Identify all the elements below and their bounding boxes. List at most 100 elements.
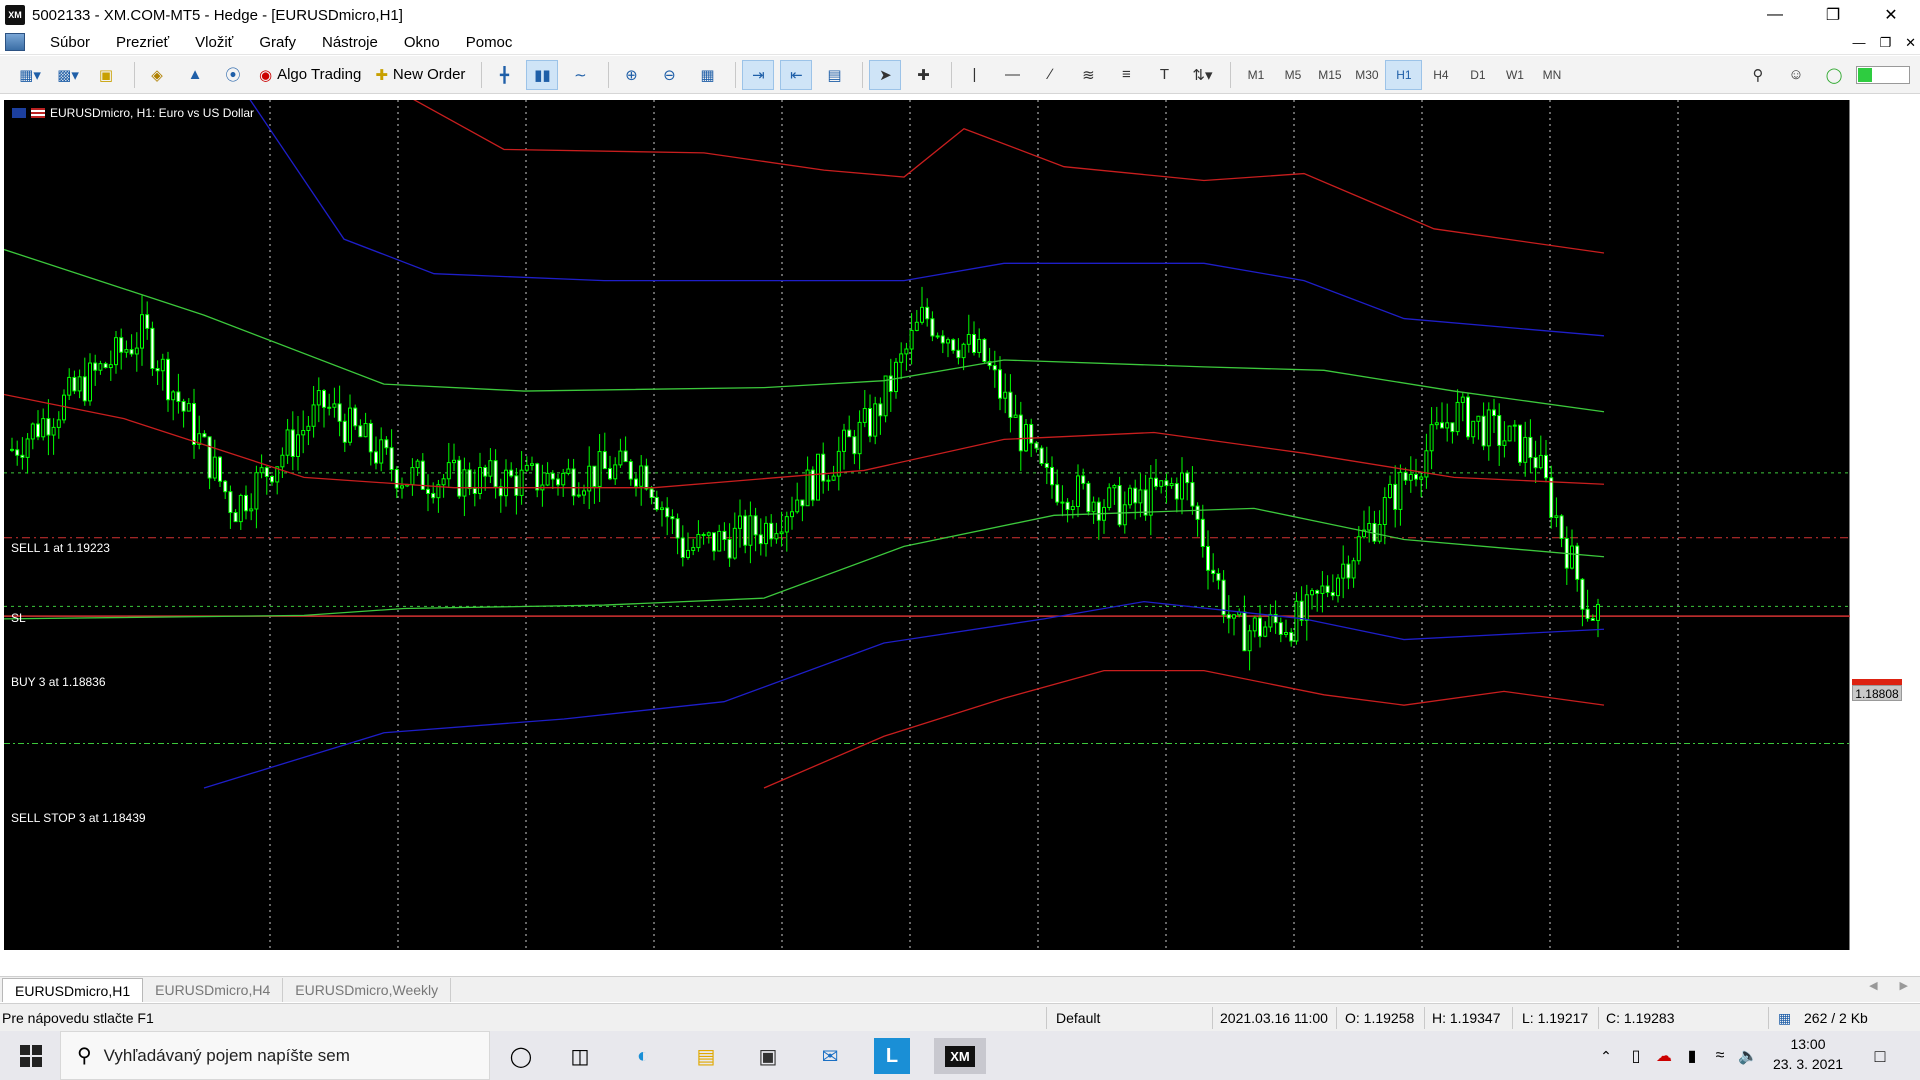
l-app-icon[interactable]: L: [874, 1038, 910, 1074]
tab-eurusd-weekly[interactable]: EURUSDmicro,Weekly: [283, 978, 452, 1002]
autoscroll-icon[interactable]: ⇥: [742, 59, 775, 90]
menu-insert[interactable]: Vložiť: [182, 34, 246, 51]
xm-mt5-taskbar-button[interactable]: XM: [934, 1038, 986, 1074]
connection-indicator: [1856, 65, 1910, 84]
timeframe-m5[interactable]: M5: [1274, 60, 1311, 90]
candle-body: [1466, 396, 1470, 438]
timeframe-h1[interactable]: H1: [1385, 59, 1423, 90]
close-button[interactable]: ✕: [1862, 0, 1920, 30]
candle-body: [1143, 489, 1148, 516]
market-watch-icon[interactable]: ▣: [90, 60, 122, 90]
candle-body: [218, 456, 222, 482]
sell-stop-order-label[interactable]: SELL STOP 3 at 1.18439: [11, 811, 146, 825]
account-icon[interactable]: ☺: [1780, 60, 1812, 90]
menu-file[interactable]: Súbor: [37, 34, 103, 51]
timeframe-h4[interactable]: H4: [1422, 60, 1459, 90]
chart-shift-icon[interactable]: ⇤: [780, 59, 813, 90]
chart-window: 1.202301.201551.200801.200051.199301.198…: [0, 95, 1920, 978]
tab-scroll-left-icon[interactable]: ◀: [1869, 979, 1877, 992]
candle-body: [1164, 480, 1169, 487]
candle-body: [649, 488, 654, 498]
candle-body: [140, 314, 144, 349]
stop-loss-label[interactable]: SL: [11, 611, 26, 625]
taskbar-search-input[interactable]: Vyhľadávaný pojem napíšte sem: [104, 1046, 350, 1066]
candle-body: [1096, 501, 1101, 521]
templates-icon[interactable]: ▤: [818, 60, 850, 90]
candle-body: [280, 454, 285, 468]
mdi-close-button[interactable]: ✕: [1905, 35, 1916, 51]
windows-start-icon[interactable]: [13, 1038, 49, 1074]
vertical-line-icon[interactable]: |: [958, 60, 990, 90]
buy-order-label[interactable]: BUY 3 at 1.18836: [11, 675, 106, 689]
mail-icon[interactable]: ✉: [812, 1038, 848, 1074]
equidistant-channel-icon[interactable]: ≋: [1072, 60, 1104, 90]
zoom-in-icon[interactable]: ⊕: [615, 60, 647, 90]
profiles-icon[interactable]: ▩▾: [52, 60, 84, 90]
status-high: H: 1.19347: [1432, 1010, 1501, 1026]
zoom-out-icon[interactable]: ⊖: [653, 60, 685, 90]
timeframe-mn[interactable]: MN: [1533, 60, 1570, 90]
tab-eurusd-h1[interactable]: EURUSDmicro,H1: [2, 978, 144, 1002]
trendline-icon[interactable]: ∕: [1034, 60, 1066, 90]
notifications-icon[interactable]: □: [1862, 1038, 1898, 1074]
cursor-icon[interactable]: ➤: [869, 59, 902, 90]
menu-window[interactable]: Okno: [391, 34, 453, 51]
minimize-button[interactable]: —: [1746, 0, 1804, 30]
taskbar-clock[interactable]: 13:00 23. 3. 2021: [1772, 1034, 1844, 1074]
candle-body: [1580, 578, 1585, 610]
arrows-icon[interactable]: ⇅▾: [1186, 60, 1218, 90]
volume-icon[interactable]: 🔈: [1730, 1038, 1766, 1074]
search-icon[interactable]: ⚲: [1742, 60, 1774, 90]
candle-body: [722, 530, 727, 540]
tab-scroll-right-icon[interactable]: ▶: [1900, 979, 1908, 992]
mdi-restore-button[interactable]: ❐: [1879, 35, 1891, 51]
line-chart-icon[interactable]: ∼: [564, 60, 596, 90]
mdi-minimize-button[interactable]: —: [1852, 35, 1865, 50]
price-chart[interactable]: 1.202301.201551.200801.200051.199301.198…: [4, 100, 1902, 950]
candle-body: [1351, 560, 1356, 579]
store-icon[interactable]: ▣: [750, 1038, 786, 1074]
sell-order-label[interactable]: SELL 1 at 1.19223: [11, 541, 110, 555]
crosshair-icon[interactable]: ✚: [907, 60, 939, 90]
candlestick-chart-icon[interactable]: ▮▮: [526, 59, 559, 90]
cortana-icon[interactable]: ◯: [503, 1038, 539, 1074]
timeframe-m15[interactable]: M15: [1311, 60, 1348, 90]
horizontal-line-icon[interactable]: —: [996, 60, 1028, 90]
document-icon[interactable]: [5, 33, 25, 51]
metaeditor-icon[interactable]: ◈: [141, 60, 173, 90]
timeframe-w1[interactable]: W1: [1496, 60, 1533, 90]
candle-body: [1596, 604, 1600, 621]
menu-view[interactable]: Prezrieť: [103, 34, 182, 51]
menu-charts[interactable]: Grafy: [246, 34, 309, 51]
candle-body: [119, 337, 124, 353]
algo-trading-button[interactable]: ◉ Algo Trading: [255, 60, 365, 90]
tab-eurusd-h4[interactable]: EURUSDmicro,H4: [143, 978, 284, 1002]
menu-tools[interactable]: Nástroje: [309, 34, 391, 51]
candle-body: [613, 464, 618, 480]
tile-windows-icon[interactable]: ▦: [691, 60, 723, 90]
timeframe-m30[interactable]: M30: [1348, 60, 1385, 90]
candle-body: [166, 358, 170, 401]
edge-icon[interactable]: ◐: [625, 1038, 661, 1074]
new-chart-icon[interactable]: ▦▾: [14, 60, 46, 90]
vps-icon[interactable]: ◯: [1818, 60, 1850, 90]
market-icon[interactable]: ▲: [179, 60, 211, 90]
candle-body: [134, 347, 139, 355]
text-icon[interactable]: T: [1148, 60, 1180, 90]
new-order-button[interactable]: ✚ New Order: [371, 60, 469, 90]
candle-body: [1039, 447, 1044, 465]
file-explorer-icon[interactable]: ▤: [688, 1038, 724, 1074]
signals-icon[interactable]: ⦿: [217, 60, 249, 90]
timeframe-d1[interactable]: D1: [1459, 60, 1496, 90]
candle-body: [290, 429, 295, 457]
taskbar-search[interactable]: ⚲ Vyhľadávaný pojem napíšte sem: [60, 1031, 490, 1080]
candle-body: [878, 403, 883, 417]
candle-body: [1549, 477, 1554, 518]
menu-help[interactable]: Pomoc: [453, 34, 526, 51]
task-view-icon[interactable]: ◫: [562, 1038, 598, 1074]
fibonacci-icon[interactable]: ≡: [1110, 60, 1142, 90]
timeframe-m1[interactable]: M1: [1237, 60, 1274, 90]
bar-chart-icon[interactable]: ╋: [488, 60, 520, 90]
candle-body: [1398, 471, 1403, 510]
restore-button[interactable]: ❐: [1804, 0, 1862, 30]
